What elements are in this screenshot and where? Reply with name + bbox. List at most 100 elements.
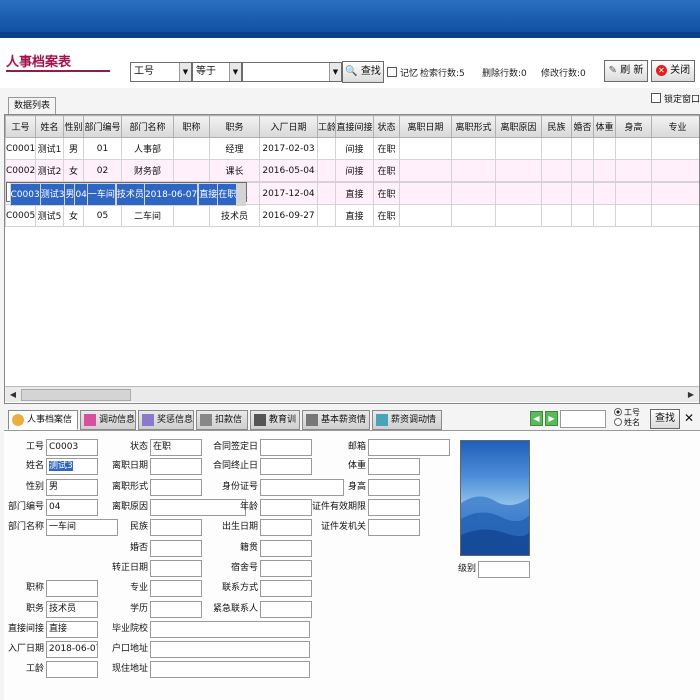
contract-start-field[interactable] (260, 439, 312, 456)
table-cell[interactable] (651, 204, 699, 227)
table-cell[interactable] (593, 137, 616, 160)
table-cell[interactable] (173, 159, 210, 182)
age-field[interactable] (260, 499, 312, 516)
table-cell[interactable] (541, 159, 572, 182)
address-field[interactable] (150, 661, 310, 678)
operator-select[interactable]: 等于 ▼ (192, 62, 242, 82)
cert-valid-field[interactable] (368, 499, 420, 516)
table-cell[interactable]: 在职 (373, 204, 400, 227)
table-cell[interactable] (571, 159, 594, 182)
column-header[interactable]: 婚否 (571, 115, 594, 138)
next-record-icon[interactable]: ▶ (545, 411, 558, 426)
column-header[interactable]: 直接间接 (335, 115, 374, 138)
table-cell[interactable] (615, 204, 652, 227)
table-cell[interactable] (451, 182, 496, 205)
name-field[interactable]: 测试3 (46, 458, 98, 475)
ethnic-field[interactable] (150, 519, 202, 536)
education-field[interactable] (150, 601, 202, 618)
table-cell[interactable]: 直接 (335, 204, 374, 227)
table-cell[interactable] (451, 204, 496, 227)
height-field[interactable] (368, 479, 420, 496)
dorm-field[interactable] (260, 560, 312, 577)
table-cell[interactable]: 人事部 (121, 137, 174, 160)
refresh-button[interactable]: ✎ 刷 新 (604, 60, 648, 82)
column-header[interactable]: 民族 (541, 115, 572, 138)
tab-deduction-info[interactable]: 扣款信息 (196, 410, 248, 443)
seniority-field[interactable] (46, 661, 98, 678)
leave-form-field[interactable] (150, 479, 202, 496)
close-button[interactable]: ✕ 关闭 (651, 60, 695, 82)
table-cell[interactable]: 测试2 (35, 159, 64, 182)
table-cell[interactable] (317, 137, 336, 160)
table-cell[interactable]: 2018-06-07 (143, 183, 199, 206)
tab-transfer-info[interactable]: 调动信息 (80, 410, 136, 430)
table-cell[interactable]: 在职 (217, 183, 238, 206)
lock-window-checkbox[interactable]: 锁定窗口 (651, 92, 700, 105)
direct-field[interactable]: 直接 (46, 621, 98, 638)
weight-field[interactable] (368, 458, 420, 475)
table-cell[interactable] (399, 204, 452, 227)
column-header[interactable]: 部门名称 (121, 115, 174, 138)
hire-date-field[interactable]: 2018-06-07 (46, 641, 98, 658)
table-cell[interactable] (317, 204, 336, 227)
table-cell[interactable] (593, 204, 616, 227)
table-cell[interactable]: 男 (63, 137, 84, 160)
table-cell[interactable]: 男 (64, 183, 76, 206)
table-cell[interactable] (541, 182, 572, 205)
column-header[interactable]: 离职形式 (451, 115, 496, 138)
emergency-field[interactable] (260, 601, 312, 618)
table-cell[interactable]: 技术员 (115, 183, 145, 206)
major-field[interactable] (150, 580, 202, 597)
table-cell[interactable]: 女 (63, 204, 84, 227)
table-cell[interactable]: 2016-09-27 (259, 204, 318, 227)
table-cell[interactable] (399, 182, 452, 205)
table-cell[interactable] (651, 137, 699, 160)
tab-training[interactable]: 教育训练 (250, 410, 300, 443)
table-cell[interactable]: C0005 (5, 204, 36, 227)
gender-field[interactable]: 男 (46, 479, 98, 496)
married-field[interactable] (150, 540, 202, 557)
table-row[interactable]: C0001 测试1 男 01 人事部 经理 2017-02-03 间接 在职 (5, 137, 699, 160)
confirm-date-field[interactable] (150, 560, 202, 577)
table-cell[interactable]: 财务部 (121, 159, 174, 182)
column-header[interactable]: 离职原因 (495, 115, 542, 138)
column-header[interactable]: 状态 (373, 115, 400, 138)
tab-salary-adjust[interactable]: 薪资调动情况 (372, 410, 442, 443)
tab-personnel-info[interactable]: 人事档案信息 (8, 410, 78, 443)
table-row[interactable]: C0003 测试3 男 04 一车间 技术员 2018-06-07 直接 在职 (5, 182, 248, 206)
birth-date-field[interactable] (260, 519, 312, 536)
email-field[interactable] (368, 439, 450, 456)
hukou-field[interactable] (150, 641, 310, 658)
column-header[interactable]: 工号 (5, 115, 36, 138)
status-field[interactable]: 在职 (150, 439, 202, 456)
table-cell[interactable]: 02 (83, 159, 122, 182)
table-cell[interactable]: 2017-02-03 (259, 137, 318, 160)
table-cell[interactable]: 女 (63, 159, 84, 182)
close-icon[interactable]: ✕ (684, 411, 694, 425)
table-cell[interactable] (495, 182, 542, 205)
chevron-down-icon[interactable]: ▼ (179, 63, 191, 81)
table-row[interactable]: C0005 测试5 女 05 二车间 技术员 2016-09-27 直接 在职 (5, 204, 699, 227)
table-cell[interactable] (615, 159, 652, 182)
school-field[interactable] (150, 621, 310, 638)
table-cell[interactable] (173, 204, 210, 227)
native-field[interactable] (260, 540, 312, 557)
table-cell[interactable]: 课长 (209, 159, 260, 182)
chevron-down-icon[interactable]: ▼ (329, 63, 341, 81)
contract-end-field[interactable] (260, 458, 312, 475)
table-cell[interactable] (541, 204, 572, 227)
column-header[interactable]: 身高 (615, 115, 652, 138)
column-header[interactable]: 工龄 (317, 115, 336, 138)
search-mode-radio[interactable]: 工号 姓名 (614, 408, 640, 428)
table-cell[interactable] (651, 159, 699, 182)
table-cell[interactable]: C0001 (5, 137, 36, 160)
search-value-input[interactable]: ▼ (242, 62, 342, 82)
search-button[interactable]: 🔍 查找 (342, 61, 384, 83)
table-cell[interactable] (541, 137, 572, 160)
table-cell[interactable]: 在职 (373, 159, 400, 182)
table-cell[interactable] (317, 182, 336, 205)
tab-data-list[interactable]: 数据列表 (8, 97, 57, 114)
column-header[interactable]: 职务 (209, 115, 260, 138)
table-cell[interactable]: 04 (74, 183, 88, 206)
column-header[interactable]: 部门编号 (83, 115, 122, 138)
